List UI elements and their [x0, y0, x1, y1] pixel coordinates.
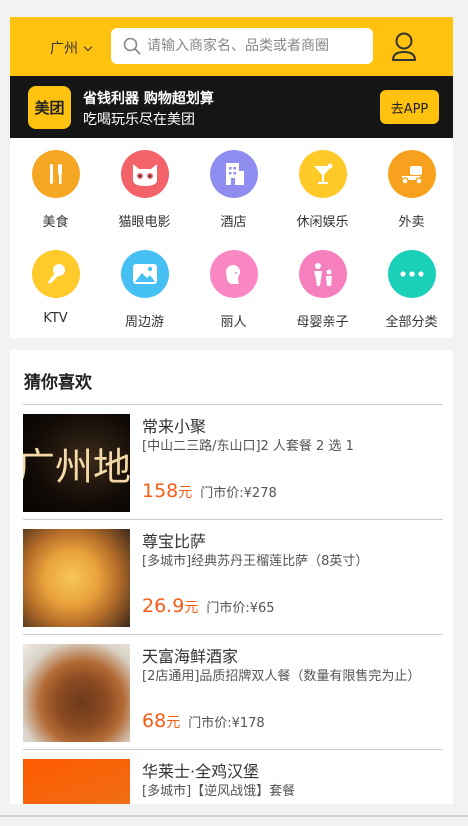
deal-price: 26.9 — [142, 595, 185, 617]
deal-thumbnail — [23, 759, 130, 804]
app-frame: 广州 美团 省钱利器 购物超划算 吃喝玩乐尽在美团 去APP 美食 — [10, 17, 453, 804]
category-label: 全部分类 — [385, 315, 438, 330]
category-label: 母婴亲子 — [296, 315, 349, 330]
search-box[interactable] — [111, 28, 373, 64]
deal-description: [多城市]经典苏丹王榴莲比萨（8英寸） — [142, 554, 369, 569]
deal-price: 158 — [142, 480, 179, 502]
app-promo-banner: 美团 省钱利器 购物超划算 吃喝玩乐尽在美团 去APP — [10, 76, 453, 138]
category-nearby-travel[interactable]: 周边游 — [100, 238, 189, 338]
deal-item[interactable]: 广州地 常来小聚 [中山二三路/东山口]2 人套餐 2 选 1 158 元 门市… — [23, 404, 443, 519]
category-all[interactable]: 全部分类 — [367, 238, 453, 338]
deal-name: 华莱士·全鸡汉堡 — [142, 762, 260, 781]
city-selector[interactable]: 广州 — [50, 38, 93, 58]
microphone-icon — [32, 250, 80, 298]
category-grid: 美食 猫眼电影 酒店 休闲娱乐 外卖 KTV 周边游 丽人 母婴亲子 全部分类 — [11, 138, 453, 338]
more-icon — [388, 250, 436, 298]
category-movie[interactable]: 猫眼电影 — [100, 138, 189, 238]
user-icon[interactable] — [390, 31, 418, 63]
deal-price: 68 — [142, 710, 167, 732]
chevron-down-icon — [83, 42, 93, 51]
promo-subtitle: 吃喝玩乐尽在美团 — [83, 112, 195, 128]
deal-name: 常来小聚 — [142, 417, 207, 436]
deal-name: 天富海鲜酒家 — [142, 647, 239, 666]
price-row: 26.9 元 门市价:¥65 — [142, 595, 275, 617]
category-label: 休闲娱乐 — [296, 215, 349, 230]
category-label: 周边游 — [124, 315, 164, 330]
open-app-button[interactable]: 去APP — [380, 90, 439, 124]
city-label: 广州 — [50, 41, 78, 57]
market-price: 门市价:¥178 — [188, 716, 265, 731]
deal-list: 广州地 常来小聚 [中山二三路/东山口]2 人套餐 2 选 1 158 元 门市… — [23, 404, 443, 804]
top-header: 广州 — [10, 17, 453, 76]
woman-icon — [210, 250, 258, 298]
category-label: 猫眼电影 — [118, 215, 171, 230]
section-title: 猜你喜欢 — [24, 373, 92, 393]
deal-description: [2店通用]品质招牌双人餐（数量有限售完为止） — [142, 669, 421, 684]
category-label: KTV — [43, 311, 68, 326]
cocktail-icon — [299, 150, 347, 198]
category-food[interactable]: 美食 — [11, 138, 100, 238]
fork-knife-icon — [32, 150, 80, 198]
meituan-logo: 美团 — [28, 86, 71, 129]
search-icon — [123, 37, 141, 55]
logo-text: 美团 — [34, 99, 65, 117]
price-row: 68 元 门市价:¥178 — [142, 710, 265, 732]
deal-item[interactable]: 华莱士·全鸡汉堡 [多城市]【逆风战饿】套餐 — [23, 749, 443, 804]
deal-description: [中山二三路/东山口]2 人套餐 2 选 1 — [142, 439, 354, 454]
section-divider — [10, 338, 453, 350]
bottom-divider — [0, 815, 468, 817]
category-ktv[interactable]: KTV — [11, 238, 100, 338]
deal-name: 尊宝比萨 — [142, 532, 207, 551]
category-hotel[interactable]: 酒店 — [189, 138, 278, 238]
building-icon — [210, 150, 258, 198]
category-mother-baby[interactable]: 母婴亲子 — [278, 238, 367, 338]
search-input[interactable] — [145, 37, 369, 55]
market-price: 门市价:¥278 — [200, 486, 277, 501]
landscape-icon — [121, 250, 169, 298]
deal-item[interactable]: 天富海鲜酒家 [2店通用]品质招牌双人餐（数量有限售完为止） 68 元 门市价:… — [23, 634, 443, 749]
family-icon — [299, 250, 347, 298]
category-leisure[interactable]: 休闲娱乐 — [278, 138, 367, 238]
price-unit: 元 — [184, 600, 199, 616]
deal-description: [多城市]【逆风战饿】套餐 — [142, 784, 296, 799]
deal-item[interactable]: 尊宝比萨 [多城市]经典苏丹王榴莲比萨（8英寸） 26.9 元 门市价:¥65 — [23, 519, 443, 634]
deal-thumbnail — [23, 644, 130, 742]
category-label: 外卖 — [398, 215, 425, 230]
category-label: 酒店 — [220, 215, 247, 230]
deal-thumbnail: 广州地 — [23, 414, 130, 512]
thumbnail-sign-text: 广州地 — [23, 445, 130, 489]
price-row: 158 元 门市价:¥278 — [142, 480, 277, 502]
cat-icon — [121, 150, 169, 198]
category-label: 美食 — [42, 215, 69, 230]
market-price: 门市价:¥65 — [206, 601, 275, 616]
price-unit: 元 — [178, 485, 193, 501]
category-takeout[interactable]: 外卖 — [367, 138, 453, 238]
category-label: 丽人 — [220, 315, 247, 330]
price-unit: 元 — [166, 715, 181, 731]
promo-title: 省钱利器 购物超划算 — [83, 91, 214, 107]
deal-thumbnail — [23, 529, 130, 627]
category-beauty[interactable]: 丽人 — [189, 238, 278, 338]
scooter-icon — [388, 150, 436, 198]
